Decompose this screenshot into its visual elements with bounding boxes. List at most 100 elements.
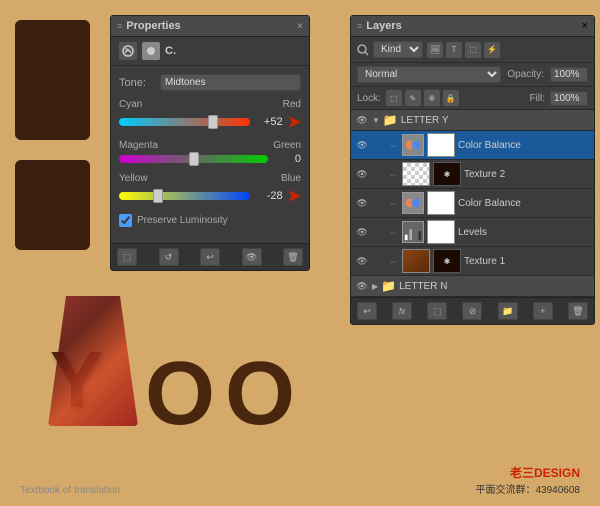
- group-letter-n[interactable]: 👁 ▶ 📁 LETTER N: [351, 276, 594, 297]
- layer-levels[interactable]: 👁 ⇔ Levels: [351, 218, 594, 247]
- yellow-blue-slider-row: Yellow Blue -28 ➤: [119, 173, 301, 206]
- link-cb1: ⇔: [389, 141, 397, 150]
- group-letter-y[interactable]: 👁 ▼ 📁 LETTER Y: [351, 110, 594, 131]
- tex1-mask: ✱: [433, 249, 461, 273]
- brand-group: 平面交流群：43940608: [476, 481, 581, 496]
- cb1-icon: [402, 134, 424, 156]
- eye-group-n[interactable]: 👁: [355, 279, 369, 293]
- fill-input[interactable]: [550, 91, 588, 106]
- layers-title: Layers: [366, 20, 401, 32]
- blend-mode-select[interactable]: Normal: [357, 66, 501, 83]
- search-icon: [357, 44, 369, 56]
- layers-btn-mask[interactable]: ⬚: [427, 302, 447, 320]
- search-icon-text[interactable]: T: [446, 42, 462, 58]
- opacity-label: Opacity:: [507, 69, 544, 80]
- levels-name: Levels: [458, 227, 590, 238]
- lock-position-btn[interactable]: ✙: [424, 90, 440, 106]
- cb2-mask: [427, 191, 455, 215]
- cyan-red-value: +52: [255, 116, 283, 128]
- magenta-green-track[interactable]: [119, 155, 268, 163]
- cb1-mask: [427, 133, 455, 157]
- properties-content: Tone: Midtones Cyan Red +52 ➤ Magenta: [111, 66, 309, 243]
- properties-panel: ≡ Properties × C. Tone: Midtones Cyan Re…: [110, 15, 310, 271]
- properties-close-btn[interactable]: ×: [297, 21, 303, 32]
- tone-select[interactable]: Midtones: [160, 74, 301, 91]
- layers-close-btn[interactable]: ×: [582, 20, 588, 32]
- search-icon-adjust[interactable]: ⬚: [465, 42, 481, 58]
- brand-name: 老三DESIGN: [476, 464, 581, 481]
- fill-label: Fill:: [529, 93, 545, 104]
- tex1-thumb: [402, 249, 430, 273]
- tex2-name: Texture 2: [464, 169, 590, 180]
- properties-icon-balance[interactable]: [119, 42, 137, 60]
- layers-btn-group[interactable]: 📁: [498, 302, 518, 320]
- layers-btn-delete[interactable]: 🗑: [568, 302, 588, 320]
- layers-lock-row: Lock: ⬚ ✎ ✙ 🔒 Fill:: [351, 87, 594, 110]
- cb2-icon: [402, 192, 424, 214]
- properties-title: Properties: [126, 20, 180, 32]
- bottom-bar: Textbook of translation 老三DESIGN 平面交流群：4…: [0, 464, 600, 496]
- brand-area: 老三DESIGN 平面交流群：43940608: [476, 464, 581, 496]
- dark-letter-left: [15, 20, 90, 140]
- eye-tex2[interactable]: 👁: [355, 167, 369, 181]
- preserve-label: Preserve Luminosity: [137, 215, 228, 226]
- tone-label: Tone:: [119, 77, 154, 89]
- search-icon-image[interactable]: 🖼: [427, 42, 443, 58]
- layers-bottom-toolbar: ↩ fx ⬚ ⊘ 📁 + 🗑: [351, 297, 594, 324]
- lock-label: Lock:: [357, 93, 381, 104]
- magenta-label: Magenta: [119, 140, 158, 151]
- cb2-name: Color Balance: [458, 198, 590, 209]
- yellow-label: Yellow: [119, 173, 148, 184]
- layer-texture-2[interactable]: 👁 ⇔ ✱ Texture 2: [351, 160, 594, 189]
- link-cb2: ⇔: [389, 199, 397, 208]
- preserve-checkbox[interactable]: [119, 214, 132, 227]
- eye-tex1[interactable]: 👁: [355, 254, 369, 268]
- red-label: Red: [283, 99, 301, 110]
- lock-icons: ⬚ ✎ ✙ 🔒: [386, 90, 459, 106]
- properties-icon-layer[interactable]: [142, 42, 160, 60]
- opacity-input[interactable]: [550, 67, 588, 82]
- properties-btn-layer[interactable]: ⬚: [117, 248, 137, 266]
- properties-btn-delete[interactable]: 🗑: [283, 248, 303, 266]
- lock-all-btn[interactable]: 🔒: [443, 90, 459, 106]
- textbook-label: Textbook of translation: [20, 485, 120, 496]
- preserve-row: Preserve Luminosity: [119, 214, 301, 227]
- layer-texture-1[interactable]: 👁 ⇔ ✱ Texture 1: [351, 247, 594, 276]
- layers-btn-new[interactable]: +: [533, 302, 553, 320]
- cyan-red-track[interactable]: [119, 118, 250, 126]
- dark-letter-left2: [15, 160, 90, 250]
- tex1-name: Texture 1: [464, 256, 590, 267]
- eye-cb1[interactable]: 👁: [355, 138, 369, 152]
- properties-btn-eye[interactable]: 👁: [242, 248, 262, 266]
- properties-btn-undo[interactable]: ↺: [159, 248, 179, 266]
- lock-transparent-btn[interactable]: ⬚: [386, 90, 402, 106]
- eye-levels[interactable]: 👁: [355, 225, 369, 239]
- layers-search-row: Kind 🖼 T ⬚ ⚡: [351, 37, 594, 63]
- green-label: Green: [273, 140, 301, 151]
- layers-panel: ≡ Layers × Kind 🖼 T ⬚ ⚡ Normal Opacity: …: [350, 15, 595, 325]
- tex2-mask: ✱: [433, 162, 461, 186]
- search-icon-effect[interactable]: ⚡: [484, 42, 500, 58]
- layers-drag-handle: ≡: [357, 21, 362, 31]
- yellow-blue-track[interactable]: [119, 192, 250, 200]
- kind-select[interactable]: Kind: [373, 41, 423, 58]
- lock-image-btn[interactable]: ✎: [405, 90, 421, 106]
- layers-btn-fx[interactable]: fx: [392, 302, 412, 320]
- properties-drag-handle: ≡: [117, 21, 122, 31]
- cyan-label: Cyan: [119, 99, 142, 110]
- properties-btn-redo[interactable]: ↩: [200, 248, 220, 266]
- layer-color-balance-1[interactable]: 👁 ⇔ Color Balance: [351, 131, 594, 160]
- eye-group-y[interactable]: 👁: [355, 113, 369, 127]
- yellow-blue-value: -28: [255, 190, 283, 202]
- properties-subtitle: C.: [165, 45, 176, 57]
- chevron-n: ▶: [372, 282, 378, 291]
- cyan-red-arrow: ➤: [288, 112, 301, 132]
- link-levels: ⇔: [389, 228, 397, 237]
- layers-btn-link[interactable]: ↩: [357, 302, 377, 320]
- link-tex1: ⇔: [389, 257, 397, 266]
- layers-btn-adjust[interactable]: ⊘: [462, 302, 482, 320]
- yellow-blue-arrow: ➤: [288, 186, 301, 206]
- properties-bottom-toolbar: ⬚ ↺ ↩ 👁 🗑: [111, 243, 309, 270]
- eye-cb2[interactable]: 👁: [355, 196, 369, 210]
- layer-color-balance-2[interactable]: 👁 ⇔ Color Balance: [351, 189, 594, 218]
